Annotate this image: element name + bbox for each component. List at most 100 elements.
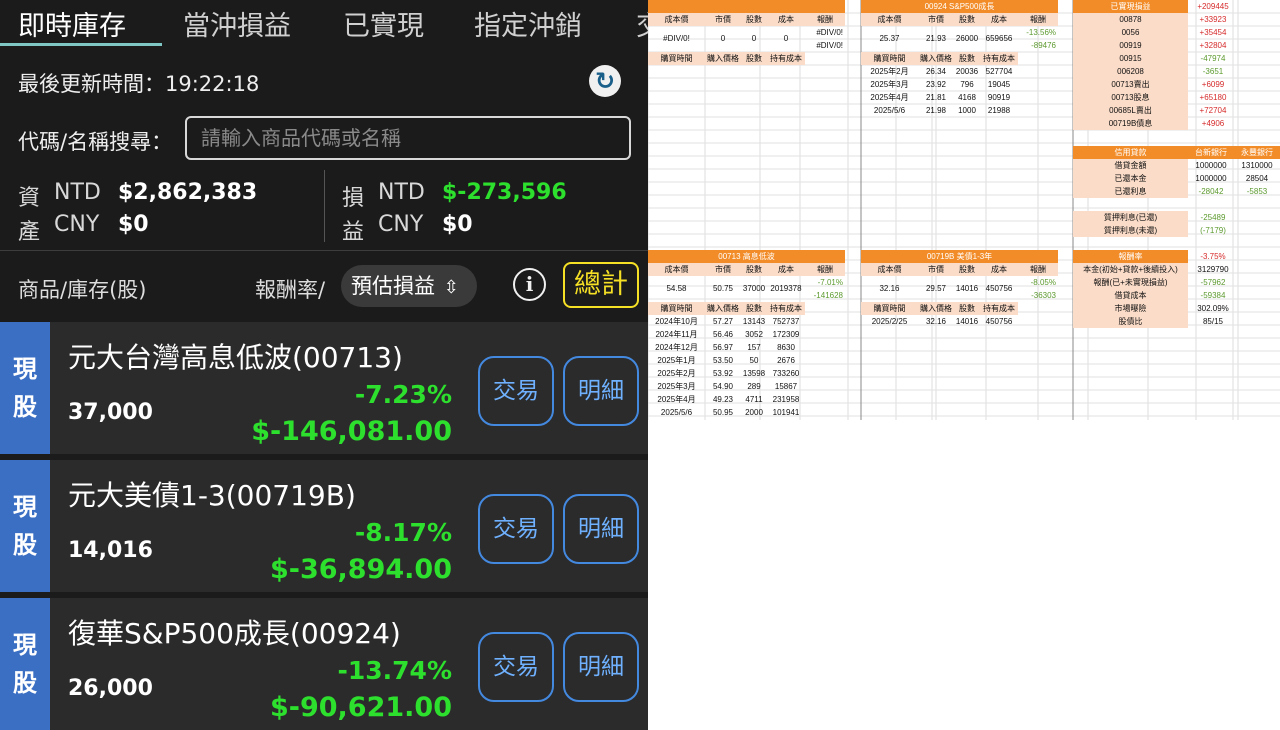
refresh-icon[interactable]: ↻ bbox=[589, 65, 621, 97]
block-value: 50.75 bbox=[712, 284, 734, 293]
broker-app-panel: 即時庫存 當沖損益 已實現 指定沖銷 交 最後更新時間：19:22:18 ↻ 代… bbox=[0, 0, 648, 730]
purchase-cell: 23.92 bbox=[925, 80, 947, 89]
detail-button[interactable]: 明細 bbox=[563, 494, 639, 564]
assets-label-top: 資 bbox=[18, 186, 41, 211]
realized-title: 已實現損益 bbox=[1073, 0, 1188, 13]
column-header: 股數 bbox=[741, 263, 767, 276]
purchase-cell: 2025年4月 bbox=[870, 93, 909, 102]
purchase-cell: 3052 bbox=[745, 330, 763, 339]
info-icon[interactable]: i bbox=[513, 268, 546, 301]
summary-item: 股債比 bbox=[1073, 315, 1188, 328]
block-value: 32.16 bbox=[879, 284, 900, 293]
block-title: 00924 S&P500成長 bbox=[861, 0, 1058, 13]
holding-card[interactable]: 現股 元大美債1-3(00719B) 14,016 -8.17% $-36,89… bbox=[0, 460, 648, 592]
holding-card[interactable]: 現股 元大台灣高息低波(00713) 37,000 -7.23% $-146,0… bbox=[0, 322, 648, 454]
assets-cny-value: $0 bbox=[118, 212, 149, 237]
column-header: 報酬 bbox=[1018, 263, 1058, 276]
tab-daytrade-pl[interactable]: 當沖損益 bbox=[183, 4, 291, 43]
purchase-cell: 56.97 bbox=[712, 343, 734, 352]
column-header: 持有成本 bbox=[980, 302, 1018, 315]
badge-char-top: 現 bbox=[13, 493, 37, 521]
realized-value: +65180 bbox=[1199, 93, 1227, 102]
purchase-cell: 450756 bbox=[985, 317, 1013, 326]
purchase-cell: 26.34 bbox=[925, 67, 947, 76]
purchase-cell: 2025年3月 bbox=[657, 382, 696, 391]
column-header: 成本 bbox=[980, 263, 1018, 276]
column-header: 市價 bbox=[705, 263, 741, 276]
realized-total: +209445 bbox=[1197, 2, 1229, 11]
holding-return-pct: -7.23% bbox=[354, 380, 452, 409]
block-value: 450756 bbox=[985, 284, 1013, 293]
stock-type-badge: 現股 bbox=[0, 322, 50, 454]
column-header: 市價 bbox=[705, 13, 741, 26]
trade-button[interactable]: 交易 bbox=[478, 494, 554, 564]
estimate-pl-toggle[interactable]: 預估損益 ⇳ bbox=[341, 265, 477, 307]
block-return-amount: -36303 bbox=[1031, 291, 1056, 300]
column-header: 購買時間 bbox=[648, 302, 705, 315]
active-tab-indicator bbox=[0, 43, 162, 46]
tab-designated-offset[interactable]: 指定沖銷 bbox=[474, 4, 582, 43]
purchase-cell: 2025年1月 bbox=[657, 356, 696, 365]
holding-name: 元大美債1-3(00719B) bbox=[68, 479, 356, 512]
holding-card[interactable]: 現股 復華S&P500成長(00924) 26,000 -13.74% $-90… bbox=[0, 598, 648, 730]
column-header: 市價 bbox=[918, 263, 954, 276]
loan-value: -5853 bbox=[1246, 187, 1268, 196]
block-return-amount: #DIV/0! bbox=[816, 41, 843, 50]
total-button[interactable]: 總計 bbox=[563, 262, 639, 308]
purchase-cell: 21988 bbox=[987, 106, 1011, 115]
column-header: 購買時間 bbox=[648, 52, 705, 65]
search-input[interactable] bbox=[185, 116, 631, 160]
column-header: 成本價 bbox=[648, 13, 705, 26]
tab-live-inventory[interactable]: 即時庫存 bbox=[18, 4, 126, 43]
block-value: 2019378 bbox=[770, 284, 802, 293]
block-return-amount: -89476 bbox=[1031, 41, 1056, 50]
block-value: #DIV/0! bbox=[663, 34, 690, 43]
holding-shares: 14,016 bbox=[68, 538, 153, 563]
trade-button[interactable]: 交易 bbox=[478, 632, 554, 702]
block-value: 0 bbox=[783, 34, 789, 43]
block-value: 37000 bbox=[742, 284, 766, 293]
holding-return-pct: -13.74% bbox=[337, 656, 452, 685]
purchase-cell: 57.27 bbox=[712, 317, 734, 326]
block-value: 0 bbox=[751, 34, 757, 43]
summary-return: -3.75% bbox=[1200, 252, 1226, 261]
realized-item: 00919 bbox=[1073, 39, 1188, 52]
loan-value: 1310000 bbox=[1241, 161, 1273, 170]
purchase-cell: 50 bbox=[749, 356, 759, 365]
badge-char-bottom: 股 bbox=[13, 531, 37, 559]
column-header: 購買時間 bbox=[861, 302, 918, 315]
block-value: 29.57 bbox=[925, 284, 947, 293]
trade-button[interactable]: 交易 bbox=[478, 356, 554, 426]
badge-char-top: 現 bbox=[13, 355, 37, 383]
detail-button[interactable]: 明細 bbox=[563, 356, 639, 426]
detail-button[interactable]: 明細 bbox=[563, 632, 639, 702]
column-header: 成本 bbox=[767, 13, 805, 26]
purchase-cell: 2024年12月 bbox=[655, 343, 698, 352]
assets-label-bottom: 產 bbox=[18, 220, 41, 245]
block-value: 14016 bbox=[955, 284, 979, 293]
holding-pnl: $-90,621.00 bbox=[269, 692, 452, 723]
pl-label-bottom: 益 bbox=[342, 220, 365, 245]
holding-pnl: $-146,081.00 bbox=[251, 416, 452, 447]
assets-currency-ntd: NTD bbox=[54, 180, 101, 205]
tab-realized[interactable]: 已實現 bbox=[343, 4, 424, 43]
block-value: 54.58 bbox=[666, 284, 687, 293]
holding-name: 復華S&P500成長(00924) bbox=[68, 617, 401, 650]
assets-currency-cny: CNY bbox=[54, 212, 100, 237]
pl-currency-ntd: NTD bbox=[378, 180, 425, 205]
block-title bbox=[648, 0, 845, 13]
tab-trade-partial[interactable]: 交 bbox=[636, 4, 648, 43]
block-return-pct: -7.01% bbox=[817, 278, 843, 287]
column-header: 報酬 bbox=[805, 13, 845, 26]
badge-char-bottom: 股 bbox=[13, 669, 37, 697]
column-header: 報酬 bbox=[805, 263, 845, 276]
realized-value: +32804 bbox=[1199, 41, 1227, 50]
realized-value: +72704 bbox=[1199, 106, 1227, 115]
column-header: 股數 bbox=[741, 302, 767, 315]
header-divider bbox=[0, 250, 648, 251]
purchase-cell: 2025/5/6 bbox=[660, 408, 693, 417]
purchase-cell: 2676 bbox=[777, 356, 795, 365]
column-header: 成本價 bbox=[861, 263, 918, 276]
block-return-amount: -141628 bbox=[813, 291, 843, 300]
block-return-pct: -13.56% bbox=[1026, 28, 1056, 37]
